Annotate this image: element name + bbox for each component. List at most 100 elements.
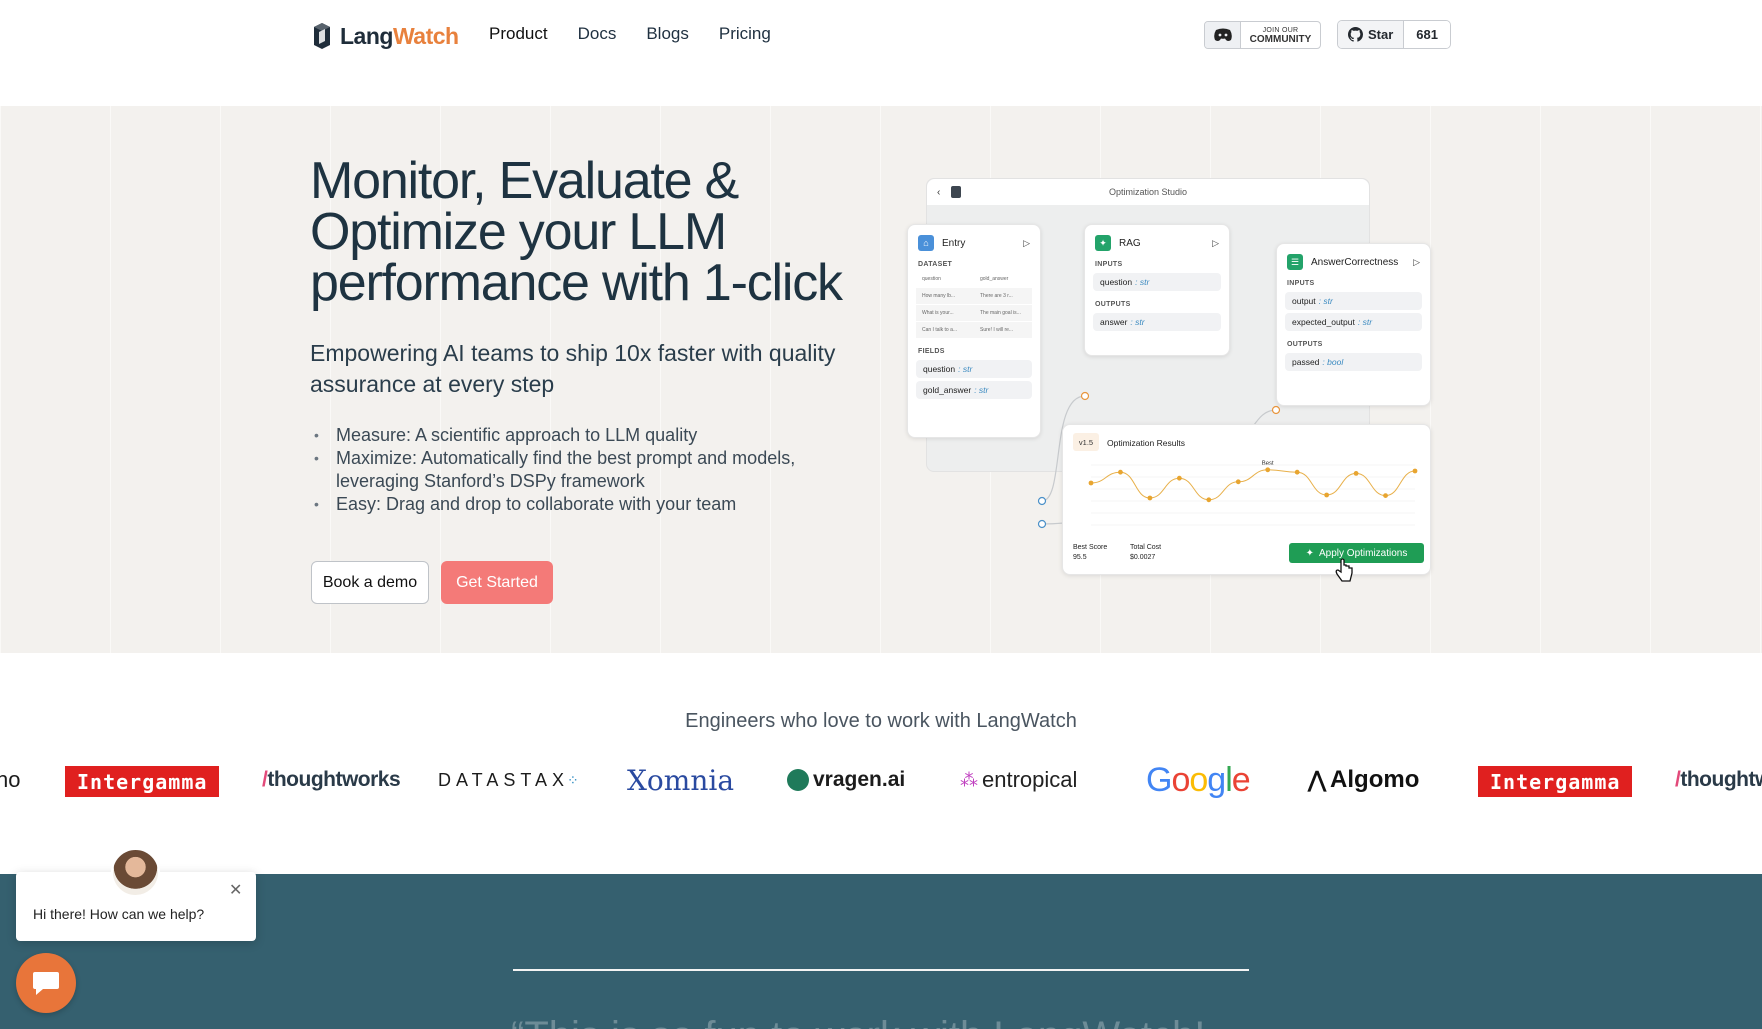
logo-algomo: ⋀ Algomo [1308,766,1420,793]
play-icon[interactable]: ▷ [1212,238,1219,249]
home-icon: ⌂ [918,235,934,251]
input-output[interactable]: output: str [1285,292,1422,310]
chart-point [1235,479,1241,485]
logo-thoughtworks: / thoughtw [1675,768,1762,791]
field-gold-answer[interactable]: gold_answer: str [916,381,1032,399]
dataset-header-row: question gold_answer [916,271,1032,287]
outputs-label: OUTPUTS [1287,341,1323,348]
dataset-row: What is your... The main goal is... [916,305,1032,321]
algomo-icon: ⋀ [1308,767,1327,792]
logo-entropical: ⁂ entropical [960,767,1078,792]
divider-line [513,969,1249,971]
github-star-widget[interactable]: Star 681 [1337,20,1451,49]
studio-title: Optimization Studio [1108,187,1188,197]
get-started-button[interactable]: Get Started [441,561,553,604]
rag-node-title: RAG [1119,237,1141,249]
customer-logo-carousel: no Intergamma / thoughtworks DATASTAX ⁘ Xo… [0,760,1762,800]
close-icon[interactable]: ✕ [229,880,242,900]
brand-name-a: Lang [340,22,393,49]
chat-greeting-text: Hi there! How can we help? [33,906,205,922]
entropical-icon: ⁂ [960,769,978,790]
best-score-value: 95.5 [1073,554,1087,561]
chart-point [1265,467,1271,473]
nav-link-pricing[interactable]: Pricing [719,24,771,44]
hand-cursor-icon [1335,558,1353,582]
book-demo-button[interactable]: Book a demo [311,561,429,604]
list-icon: ☰ [1287,254,1303,270]
best-score-label: Best Score [1073,544,1108,551]
sparkle-icon: ✦ [1305,547,1314,559]
chat-launcher-button[interactable] [16,953,76,1013]
logo-intergamma: Intergamma [1478,766,1633,797]
chart-series-line [1090,469,1416,501]
results-title: Optimization Results [1107,438,1185,448]
chart-point [1118,469,1123,475]
dataset-label: DATASET [918,261,953,268]
logo-xomnia: Xomnia [627,763,735,797]
hero-title: Monitor, Evaluate & Optimize your LLM pe… [310,152,843,312]
studio-logo-icon [951,186,961,198]
total-cost-label: Total Cost [1130,544,1162,551]
github-star-count[interactable]: 681 [1404,21,1450,48]
feature-measure: Measure: A scientific approach to LLM qu… [314,424,854,447]
outputs-label: OUTPUTS [1095,301,1131,308]
answer-correctness-node[interactable]: ☰ AnswerCorrectness ▷ INPUTS output: str… [1276,243,1431,406]
top-navbar: LangWatch Product Docs Blogs Pricing JOI… [0,0,1762,106]
optimization-line-chart: Best [1088,461,1418,526]
chart-point [1088,480,1094,486]
feature-maximize: Maximize: Automatically find the best pr… [314,447,854,493]
rag-output-answer[interactable]: answer: str [1093,313,1221,331]
discord-icon [1205,22,1241,48]
discord-community-button[interactable]: JOIN OUR COMMUNITY [1204,21,1321,49]
dataset-row: How many lb... There are 3 r... [916,288,1032,304]
nav-link-docs[interactable]: Docs [578,24,617,44]
entry-node[interactable]: ⌂ Entry ▷ DATASET question gold_answer Ho… [907,224,1041,438]
langwatch-logo[interactable]: LangWatch [310,20,459,52]
fields-label: FIELDS [918,348,945,355]
discord-label-line2: COMMUNITY [1249,34,1312,45]
field-question[interactable]: question: str [916,360,1032,378]
dataset-row: Can I talk to a... Sure! I will re... [916,322,1032,338]
hero-subtitle: Empowering AI teams to ship 10x faster w… [310,340,836,397]
total-cost-value: $0.0027 [1130,554,1156,561]
logo-partial: no [0,767,21,792]
best-label: Best [1262,461,1274,467]
vragen-icon [787,769,809,791]
play-icon[interactable]: ▷ [1413,257,1420,268]
chart-point [1353,471,1359,476]
chart-point [1147,495,1153,501]
answer-correctness-title: AnswerCorrectness [1311,256,1399,268]
version-badge: v1.5 [1073,433,1099,451]
testimonial-section: “This is so fun to work with LangWatch! [0,874,1762,1029]
logo-vragen-ai: vragen.ai [787,760,905,800]
play-icon[interactable]: ▷ [1023,238,1030,249]
chart-point [1176,475,1182,481]
testimonial-quote: “This is so fun to work with LangWatch! [511,1014,1205,1029]
github-star-button[interactable]: Star [1338,21,1405,48]
entry-node-title: Entry [942,237,966,249]
logo-intergamma: Intergamma [65,766,220,797]
output-passed[interactable]: passed: bool [1285,353,1422,371]
chart-point [1383,493,1388,498]
hero-section: Monitor, Evaluate & Optimize your LLM pe… [0,106,1762,653]
customers-title: Engineers who love to work with LangWatc… [685,710,1077,732]
apply-optimizations-button[interactable]: ✦ Apply Optimizations [1289,543,1424,563]
nav-link-product[interactable]: Product [489,24,548,44]
langwatch-logo-icon [314,23,330,49]
input-expected-output[interactable]: expected_output: str [1285,313,1422,331]
brand-name-b: Watch [392,22,459,49]
chat-icon [33,972,59,995]
inputs-label: INPUTS [1095,261,1123,268]
chart-point [1324,492,1330,498]
rag-input-question[interactable]: question: str [1093,273,1221,291]
feature-easy: Easy: Drag and drop to collaborate with … [314,493,854,516]
github-star-label: Star [1368,27,1394,42]
logo-datastax: DATASTAX ⁘ [438,769,579,790]
optimization-results-panel: v1.5 Optimization Results Best Best Scor… [1062,424,1431,575]
nav-link-blogs[interactable]: Blogs [646,24,689,44]
rag-node[interactable]: ✦ RAG ▷ INPUTS question: str OUTPUTS ans… [1084,224,1230,356]
logo-thoughtworks: / thoughtworks [262,768,401,791]
back-arrow-icon[interactable]: ‹ [937,187,940,198]
hero-feature-list: Measure: A scientific approach to LLM qu… [314,424,854,516]
inputs-label: INPUTS [1287,280,1315,287]
